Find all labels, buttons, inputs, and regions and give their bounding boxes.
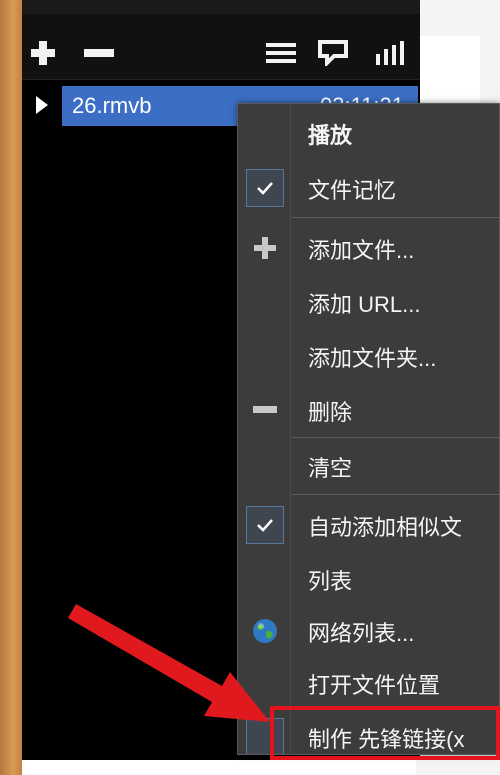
menu-item-label: 列表 — [308, 569, 353, 594]
annotation-arrow-icon — [68, 604, 270, 722]
menu-separator — [292, 437, 499, 438]
menu-item-add-url[interactable]: 添加 URL... — [238, 275, 499, 329]
menu-item-delete[interactable]: 删除 — [238, 383, 499, 437]
check-icon — [246, 506, 284, 544]
window-left-edge — [0, 0, 22, 775]
menu-item-play[interactable]: 播放 — [238, 106, 499, 160]
menu-item-add-file[interactable]: 添加文件... — [238, 221, 499, 275]
menu-item-label: 网络列表... — [308, 621, 415, 646]
minus-icon[interactable] — [82, 40, 116, 66]
menu-item-label: 添加 URL... — [308, 292, 421, 317]
bars-icon[interactable] — [374, 40, 408, 66]
menu-item-label: 清空 — [308, 456, 353, 481]
plus-icon — [246, 229, 284, 267]
menu-item-label: 打开文件位置 — [308, 673, 441, 698]
playlist-toolbar — [22, 14, 420, 80]
menu-item-auto-add-similar[interactable]: 自动添加相似文 — [238, 498, 499, 552]
menu-item-clear[interactable]: 清空 — [238, 439, 499, 493]
expand-arrow-icon[interactable] — [36, 96, 48, 114]
menu-item-list[interactable]: 列表 — [238, 552, 499, 606]
minus-icon — [246, 391, 284, 429]
menu-item-label: 添加文件... — [308, 238, 415, 263]
menu-separator — [292, 494, 499, 495]
menu-item-label: 播放 — [308, 123, 353, 148]
menu-item-label: 添加文件夹... — [308, 346, 437, 371]
menu-item-add-folder[interactable]: 添加文件夹... — [238, 329, 499, 383]
menu-item-file-memory[interactable]: 文件记忆 — [238, 161, 499, 215]
list-icon[interactable] — [264, 40, 298, 66]
annotation-highlight-frame — [270, 706, 500, 760]
file-name: 26.rmvb — [72, 93, 152, 118]
plus-icon[interactable] — [30, 40, 56, 66]
menu-separator — [292, 217, 499, 218]
panel-titlebar — [22, 0, 420, 14]
menu-item-label: 自动添加相似文 — [308, 515, 463, 540]
menu-item-label: 删除 — [308, 400, 353, 425]
menu-item-label: 文件记忆 — [308, 178, 397, 203]
check-icon — [246, 169, 284, 207]
comment-icon[interactable] — [318, 40, 348, 66]
